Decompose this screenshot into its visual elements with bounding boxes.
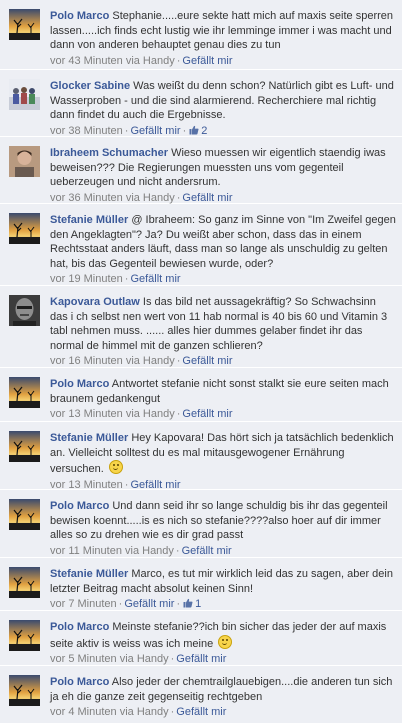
comment-body: Glocker Sabine Was weißt du denn schon? … <box>50 79 396 138</box>
like-count[interactable]: 1 <box>195 598 201 610</box>
like-button[interactable]: Gefällt mir <box>176 653 226 665</box>
sunset-tree-avatar[interactable] <box>9 499 40 530</box>
separator-dot: · <box>175 544 180 557</box>
comment-author-link[interactable]: Stefanie Müller <box>50 432 128 444</box>
comment-author-link[interactable]: Kapovara Outlaw <box>50 296 140 308</box>
comment-author-link[interactable]: Glocker Sabine <box>50 80 130 92</box>
like-button[interactable]: Gefällt mir <box>182 192 232 204</box>
like-button[interactable]: Gefällt mir <box>124 598 174 610</box>
comment-body: Polo Marco Stephanie.....eure sekte hatt… <box>50 9 396 68</box>
comment-feed: Polo Marco Stephanie.....eure sekte hatt… <box>0 0 402 724</box>
sunset-tree-avatar[interactable] <box>9 567 40 598</box>
like-count[interactable]: 2 <box>201 125 207 137</box>
comment-item: Ibraheem Schumacher Wieso muessen wir ei… <box>0 137 402 204</box>
comment-item: Stefanie Müller @ Ibraheem: So ganz im S… <box>0 204 402 286</box>
comment-meta: vor 19 Minuten · Gefällt mir <box>50 272 396 287</box>
sunset-tree-avatar[interactable] <box>9 377 40 408</box>
comment-timestamp: vor 11 Minuten via Handy <box>50 544 174 557</box>
separator-dot: · <box>182 124 187 137</box>
comment-timestamp: vor 13 Minuten via Handy <box>50 408 175 421</box>
comment-timestamp: vor 19 Minuten <box>50 273 123 286</box>
comment-timestamp: vor 7 Minuten <box>50 598 117 611</box>
comment-meta: vor 16 Minuten via Handy · Gefällt mir <box>50 354 396 369</box>
comment-meta: vor 4 Minuten via Handy · Gefällt mir <box>50 705 396 720</box>
thumbs-up-icon <box>183 599 193 608</box>
comment-item: Glocker Sabine Was weißt du denn schon? … <box>0 70 402 137</box>
comment-timestamp: vor 43 Minuten via Handy <box>50 54 175 67</box>
comment-item: Stefanie Müller Hey Kapovara! Das hört s… <box>0 422 402 492</box>
like-button[interactable]: Gefällt mir <box>130 273 180 285</box>
like-button[interactable]: Gefällt mir <box>182 545 232 557</box>
sunset-tree-avatar[interactable] <box>9 431 40 462</box>
comment-item: Polo Marco Antwortet stefanie nicht sons… <box>0 368 402 422</box>
smiley-emoticon-icon <box>108 460 123 475</box>
like-button[interactable]: Gefällt mir <box>130 125 180 137</box>
comment-body: Stefanie Müller Marco, es tut mir wirkli… <box>50 567 396 612</box>
comment-item: Polo Marco Meinste stefanie??ich bin sic… <box>0 611 402 666</box>
like-button[interactable]: Gefällt mir <box>176 706 226 718</box>
comment-meta: vor 7 Minuten · Gefällt mir · 1 <box>50 597 396 612</box>
crowd-avatar[interactable] <box>9 79 40 110</box>
comment-body: Stefanie Müller Hey Kapovara! Das hört s… <box>50 431 396 492</box>
person-avatar[interactable] <box>9 146 40 177</box>
sunset-tree-avatar[interactable] <box>9 213 40 244</box>
comment-body: Stefanie Müller @ Ibraheem: So ganz im S… <box>50 213 396 287</box>
comment-item: Polo Marco Und dann seid ihr so lange sc… <box>0 490 402 558</box>
like-button[interactable]: Gefällt mir <box>182 408 232 420</box>
bw-face-avatar[interactable] <box>9 295 40 326</box>
comment-meta: vor 43 Minuten via Handy · Gefällt mir <box>50 54 396 69</box>
like-button[interactable]: Gefällt mir <box>130 479 180 491</box>
comment-author-link[interactable]: Polo Marco <box>50 10 109 22</box>
comment-item: Polo Marco Stephanie.....eure sekte hatt… <box>0 0 402 70</box>
sunset-tree-avatar[interactable] <box>9 675 40 706</box>
comment-timestamp: vor 16 Minuten via Handy <box>50 355 175 368</box>
comment-author-link[interactable]: Polo Marco <box>50 676 109 688</box>
comment-author-link[interactable]: Stefanie Müller <box>50 214 128 226</box>
comment-meta: vor 13 Minuten via Handy · Gefällt mir <box>50 407 396 422</box>
like-button[interactable]: Gefällt mir <box>182 55 232 67</box>
comment-timestamp: vor 38 Minuten <box>50 124 123 137</box>
sunset-tree-avatar[interactable] <box>9 9 40 40</box>
sunset-tree-avatar[interactable] <box>9 620 40 651</box>
comment-author-link[interactable]: Polo Marco <box>50 621 109 633</box>
comment-author-link[interactable]: Polo Marco <box>50 378 109 390</box>
comment-body: Polo Marco Meinste stefanie??ich bin sic… <box>50 620 396 667</box>
comment-body: Polo Marco Also jeder der chemtrailglaue… <box>50 675 396 720</box>
comment-body: Polo Marco Antwortet stefanie nicht sons… <box>50 377 396 422</box>
comment-author-link[interactable]: Stefanie Müller <box>50 568 128 580</box>
comment-item: Kapovara Outlaw Is das bild net aussagek… <box>0 286 402 368</box>
smiley-emoticon-icon <box>218 634 233 649</box>
comment-body: Polo Marco Und dann seid ihr so lange sc… <box>50 499 396 558</box>
comment-timestamp: vor 4 Minuten via Handy <box>50 706 169 719</box>
comment-meta: vor 11 Minuten via Handy · Gefällt mir <box>50 544 396 559</box>
comment-body: Kapovara Outlaw Is das bild net aussagek… <box>50 295 396 369</box>
comment-timestamp: vor 36 Minuten via Handy <box>50 191 175 204</box>
comment-timestamp: vor 5 Minuten via Handy <box>50 653 169 666</box>
comment-timestamp: vor 13 Minuten <box>50 478 123 491</box>
comment-author-link[interactable]: Ibraheem Schumacher <box>50 147 168 159</box>
comment-body: Ibraheem Schumacher Wieso muessen wir ei… <box>50 146 396 205</box>
comment-author-link[interactable]: Polo Marco <box>50 500 109 512</box>
like-button[interactable]: Gefällt mir <box>182 355 232 367</box>
separator-dot: · <box>176 598 181 611</box>
comment-item: Stefanie Müller Marco, es tut mir wirkli… <box>0 558 402 611</box>
thumbs-up-icon <box>189 125 199 135</box>
comment-meta: vor 5 Minuten via Handy · Gefällt mir <box>50 652 396 667</box>
comment-item: Polo Marco Also jeder der chemtrailglaue… <box>0 666 402 724</box>
